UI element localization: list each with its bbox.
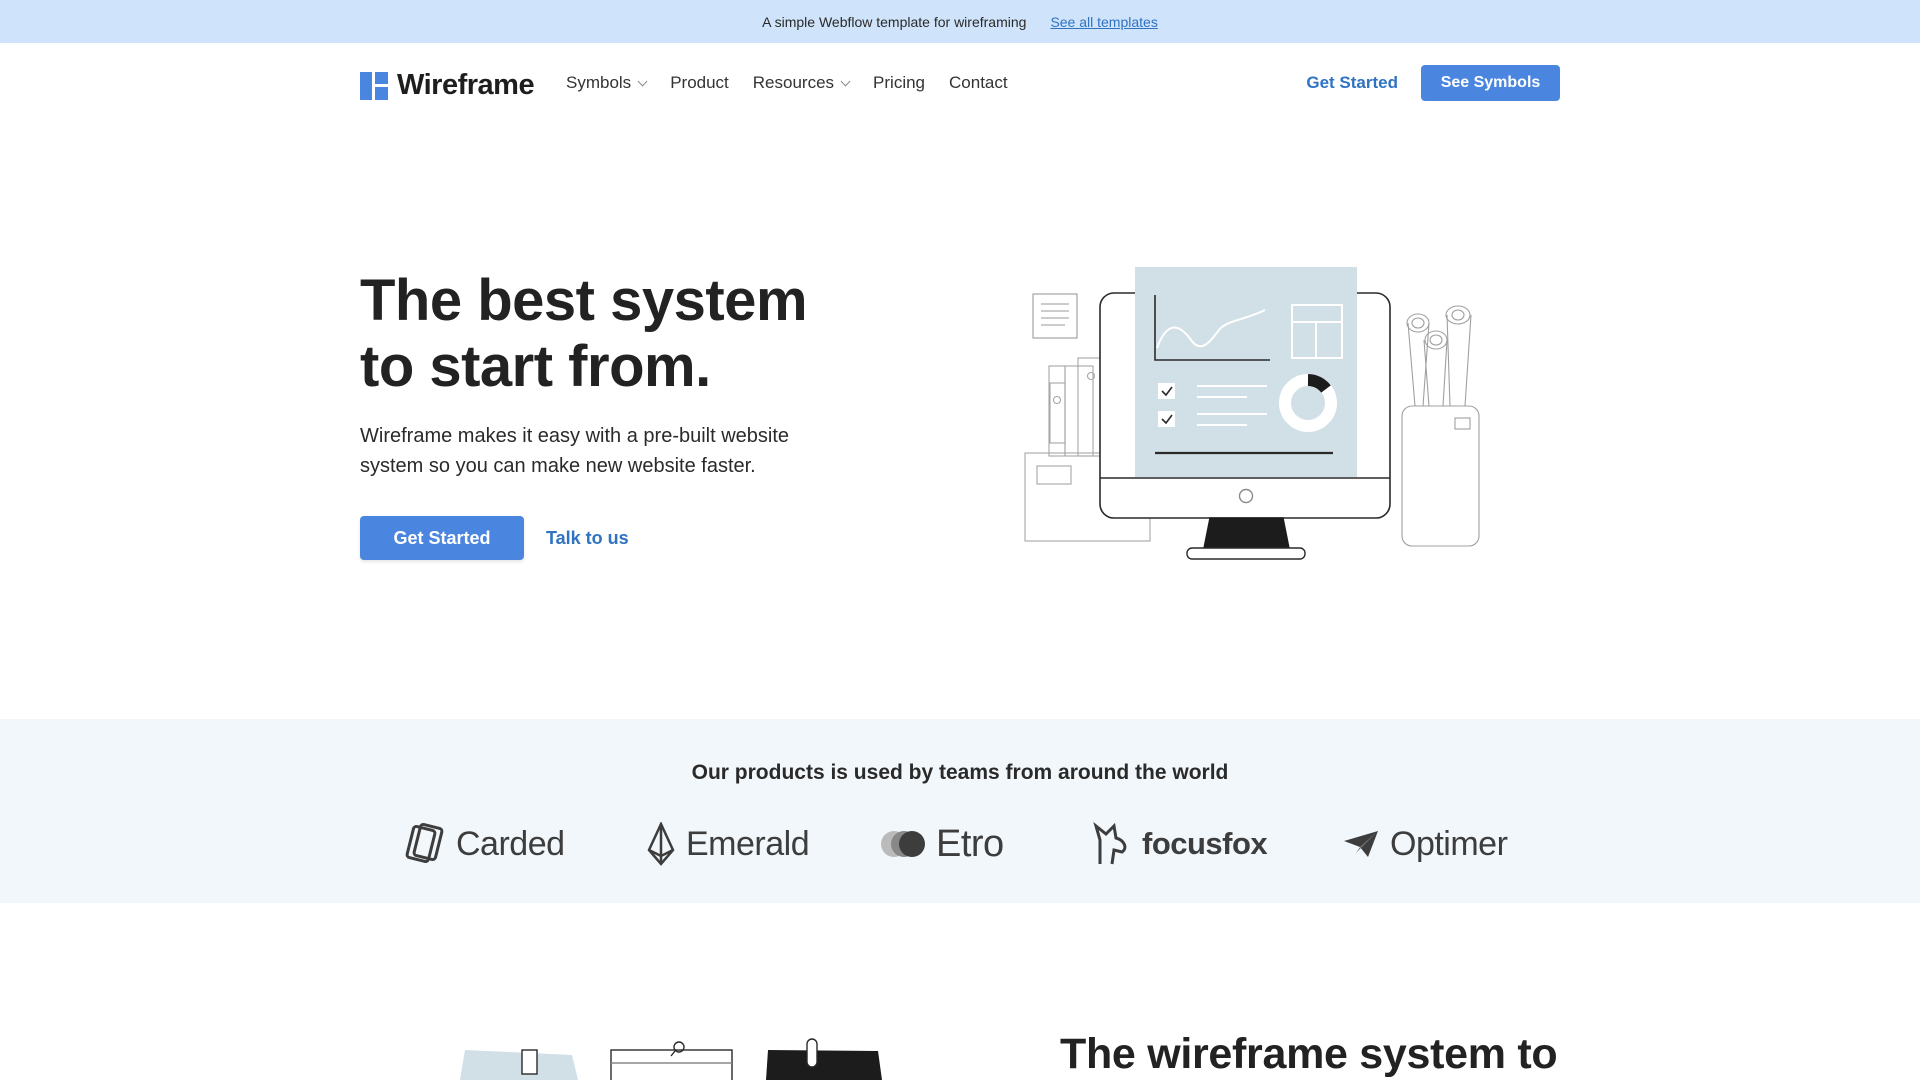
etro-logo-icon bbox=[881, 831, 925, 857]
main-nav: Wireframe Symbols Product Resources Pric… bbox=[0, 43, 1920, 123]
announcement-bar: A simple Webflow template for wireframin… bbox=[0, 0, 1920, 43]
see-all-templates-link[interactable]: See all templates bbox=[1050, 14, 1157, 30]
nav-item-label: Symbols bbox=[566, 73, 632, 92]
logo-emerald-text: Emerald bbox=[686, 824, 810, 863]
logo-etro-text: Etro bbox=[936, 822, 1004, 865]
nav-item-symbols[interactable]: Symbols bbox=[566, 73, 648, 93]
trusted-by-title: Our products is used by teams from aroun… bbox=[691, 761, 1229, 784]
get-started-link[interactable]: Get Started bbox=[1306, 73, 1398, 93]
nav-item-label: Product bbox=[670, 73, 729, 92]
customer-logos: Carded Emerald Etro focusfox Optimer bbox=[0, 819, 1920, 869]
blueprint-rolls-icon bbox=[1401, 305, 1480, 547]
carded-logo-icon bbox=[405, 822, 444, 864]
brand-logo[interactable]: Wireframe bbox=[360, 69, 535, 102]
logo-focusfox-text: focusfox bbox=[1142, 826, 1268, 861]
nav-item-contact[interactable]: Contact bbox=[949, 73, 1008, 93]
logo-optimer: Optimer bbox=[1342, 819, 1508, 869]
announcement-text: A simple Webflow template for wireframin… bbox=[762, 13, 1027, 30]
hero-title-line-2: to start from. bbox=[360, 334, 711, 399]
nav-item-product[interactable]: Product bbox=[670, 73, 729, 93]
chevron-down-icon bbox=[840, 76, 851, 86]
hero-get-started-button[interactable]: Get Started bbox=[360, 516, 524, 560]
section-title: The wireframe system to bbox=[1060, 1030, 1558, 1078]
nav-item-pricing[interactable]: Pricing bbox=[873, 73, 925, 93]
nav-item-label: Contact bbox=[949, 73, 1008, 92]
talk-to-us-link[interactable]: Talk to us bbox=[546, 528, 629, 549]
document-icon bbox=[1032, 293, 1078, 339]
see-symbols-button[interactable]: See Symbols bbox=[1421, 65, 1560, 101]
focusfox-logo-icon bbox=[1093, 822, 1127, 865]
logo-etro: Etro bbox=[880, 819, 1004, 869]
dashboard-screen-icon bbox=[1135, 267, 1357, 477]
chevron-down-icon bbox=[637, 76, 648, 86]
hero-actions: Get Started Talk to us bbox=[360, 516, 629, 560]
nav-menu: Symbols Product Resources Pricing Contac… bbox=[566, 73, 1008, 93]
nav-item-label: Pricing bbox=[873, 73, 926, 92]
logo-optimer-text: Optimer bbox=[1390, 824, 1508, 863]
emerald-logo-icon bbox=[647, 822, 675, 866]
hero-title-line-1: The best system bbox=[360, 268, 808, 333]
hero-title: The best system to start from. bbox=[360, 268, 880, 400]
hero-description: Wireframe makes it easy with a pre-built… bbox=[360, 425, 790, 477]
wireframe-illustration bbox=[460, 1038, 882, 1080]
logo-emerald: Emerald bbox=[646, 819, 810, 869]
nav-item-label: Resources bbox=[752, 73, 835, 92]
logo-focusfox: focusfox bbox=[1092, 819, 1268, 869]
logo-carded-text: Carded bbox=[456, 824, 565, 863]
nav-actions: Get Started See Symbols bbox=[1306, 65, 1560, 101]
hero-illustration bbox=[1024, 267, 1480, 560]
paper-plane-logo-icon bbox=[1344, 831, 1378, 857]
trusted-by-section: Our products is used by teams from aroun… bbox=[0, 719, 1920, 903]
logo-carded: Carded bbox=[404, 819, 565, 869]
wireframe-logo-icon bbox=[360, 71, 388, 100]
nav-item-resources[interactable]: Resources bbox=[752, 73, 851, 93]
brand-name: Wireframe bbox=[397, 69, 535, 101]
